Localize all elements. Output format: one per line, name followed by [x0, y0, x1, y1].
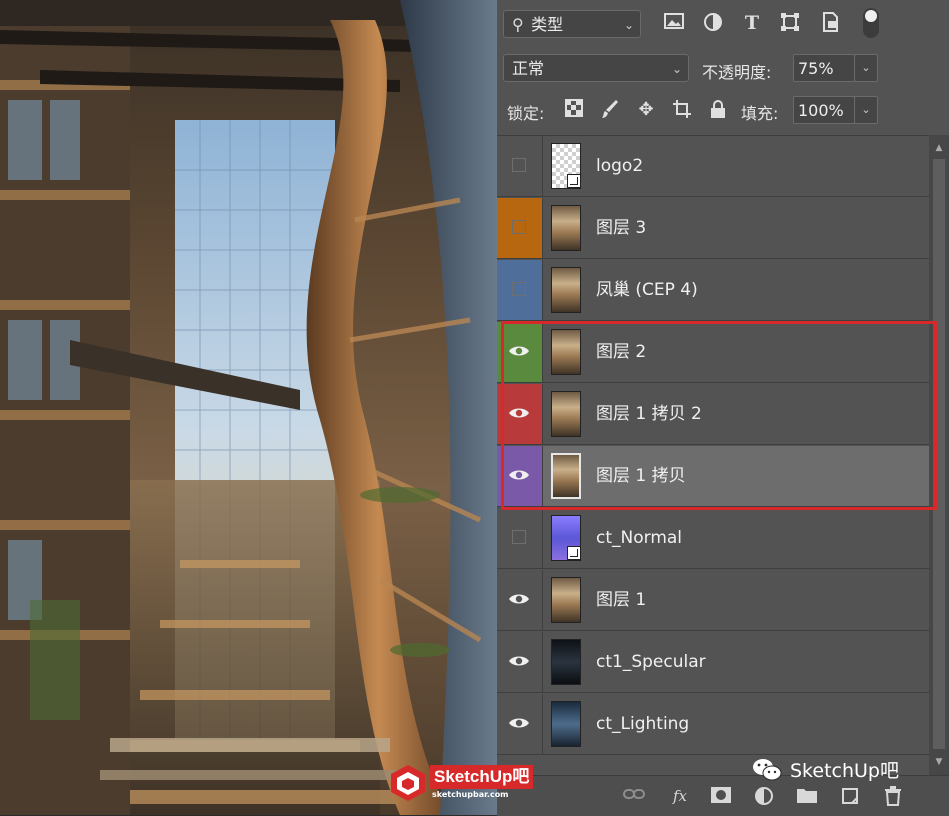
link-layers-icon[interactable]: [623, 786, 645, 806]
architectural-render-image: [0, 0, 497, 815]
new-group-folder-icon[interactable]: [796, 786, 818, 806]
opacity-slider-button[interactable]: ⌄: [854, 54, 878, 82]
layer-name[interactable]: ct_Lighting: [596, 694, 689, 754]
add-mask-icon[interactable]: [710, 786, 732, 806]
eye-icon: [509, 408, 529, 418]
layer-row[interactable]: 图层 1 拷贝 2: [497, 384, 929, 445]
layer-visibility-toggle[interactable]: [497, 198, 543, 258]
layer-thumbnail[interactable]: [551, 701, 581, 747]
chevron-down-icon: ⌄: [671, 62, 682, 76]
delete-layer-trash-icon[interactable]: [882, 786, 904, 806]
layer-row[interactable]: ct_Normal: [497, 508, 929, 569]
filter-smart-object-icon[interactable]: [819, 12, 841, 34]
layer-visibility-toggle[interactable]: [497, 632, 543, 692]
layer-visibility-toggle[interactable]: [497, 570, 543, 630]
layer-row[interactable]: 图层 1 拷贝: [497, 446, 929, 507]
layer-name[interactable]: 图层 3: [596, 198, 646, 258]
hidden-visibility-box: [512, 282, 526, 296]
layer-style-fx-icon[interactable]: fx: [669, 786, 691, 806]
layer-visibility-toggle[interactable]: [497, 322, 543, 382]
layer-row[interactable]: ct1_Specular: [497, 632, 929, 693]
wechat-account-name: SketchUp吧: [790, 760, 899, 782]
layer-thumbnail[interactable]: [551, 577, 581, 623]
smart-object-badge-icon: [567, 174, 581, 188]
layer-thumbnail[interactable]: [551, 453, 581, 499]
scroll-down-icon[interactable]: ▼: [933, 755, 945, 769]
layer-name[interactable]: 凤巢 (CEP 4): [596, 260, 698, 320]
eye-icon: [509, 346, 529, 356]
layers-panel: ⚲ 类型 ⌄ T 正常 ⌄ 不透明度: 75% ⌄ 锁定: ✥ 填充: 100%…: [497, 0, 949, 816]
layer-row[interactable]: logo2: [497, 136, 929, 197]
opacity-input[interactable]: 75%: [793, 54, 855, 82]
lock-label: 锁定:: [507, 104, 545, 123]
fill-input[interactable]: 100%: [793, 96, 855, 124]
layer-visibility-toggle[interactable]: [497, 260, 543, 320]
lock-all-icon[interactable]: [707, 99, 729, 121]
filter-pixel-image-icon[interactable]: [663, 12, 685, 34]
layer-name[interactable]: 图层 2: [596, 322, 646, 382]
filter-toggle-switch[interactable]: [863, 8, 879, 38]
eye-icon: [509, 594, 529, 604]
hidden-visibility-box: [512, 530, 526, 544]
lock-transparent-pixels-icon[interactable]: [563, 99, 585, 121]
hidden-visibility-box: [512, 220, 526, 234]
layer-row[interactable]: 图层 3: [497, 198, 929, 259]
scroll-up-icon[interactable]: ▲: [933, 141, 945, 155]
layer-name[interactable]: logo2: [596, 136, 643, 196]
layer-filter-dropdown[interactable]: ⚲ 类型 ⌄: [503, 10, 641, 38]
layer-visibility-toggle[interactable]: [497, 694, 543, 754]
filter-shape-icon[interactable]: [779, 12, 801, 34]
layer-row[interactable]: 图层 2: [497, 322, 929, 383]
new-layer-icon[interactable]: [839, 786, 861, 806]
eye-icon: [509, 718, 529, 728]
watermark-url: sketchupbar.com: [432, 790, 509, 799]
layers-list: logo2 图层 3 凤巢 (CEP 4) 图层 2 图层 1 拷贝 2 图层 1 拷贝 c…: [497, 135, 929, 776]
opacity-label: 不透明度:: [702, 63, 772, 82]
layer-visibility-toggle[interactable]: [497, 508, 543, 568]
wechat-icon: [753, 759, 782, 781]
layer-thumbnail[interactable]: [551, 267, 581, 313]
layer-visibility-toggle[interactable]: [497, 384, 543, 444]
eye-icon: [509, 656, 529, 666]
layer-thumbnail[interactable]: [551, 639, 581, 685]
layer-name[interactable]: 图层 1 拷贝: [596, 446, 686, 506]
blend-mode-dropdown[interactable]: 正常 ⌄: [503, 54, 689, 82]
layer-thumbnail[interactable]: [551, 391, 581, 437]
blend-mode-value: 正常: [512, 59, 545, 78]
hidden-visibility-box: [512, 158, 526, 172]
layer-thumbnail[interactable]: [551, 205, 581, 251]
lock-artboard-icon[interactable]: [671, 99, 693, 121]
layer-filter-label: 类型: [531, 15, 564, 34]
fill-label: 填充:: [741, 104, 779, 123]
layer-name[interactable]: 图层 1: [596, 570, 646, 630]
watermark-brand: SketchUp吧: [430, 765, 534, 789]
layer-visibility-toggle[interactable]: [497, 446, 543, 506]
lock-image-pixels-brush-icon[interactable]: [599, 99, 621, 121]
search-icon: ⚲: [512, 15, 524, 34]
filter-adjustment-icon[interactable]: [702, 12, 724, 34]
eye-icon: [509, 470, 529, 480]
layer-name[interactable]: ct_Normal: [596, 508, 682, 568]
lock-position-move-icon[interactable]: ✥: [635, 99, 657, 121]
smart-object-badge-icon: [567, 546, 581, 560]
layer-name[interactable]: 图层 1 拷贝 2: [596, 384, 702, 444]
sketchup-logo-icon: [391, 765, 425, 801]
layer-visibility-toggle[interactable]: [497, 136, 543, 196]
chevron-down-icon: ⌄: [623, 18, 634, 32]
filter-type-icon[interactable]: T: [741, 12, 763, 34]
layers-scrollbar[interactable]: ▲ ▼: [929, 135, 949, 775]
fill-slider-button[interactable]: ⌄: [854, 96, 878, 124]
layer-thumbnail[interactable]: [551, 329, 581, 375]
scrollbar-thumb[interactable]: [933, 159, 945, 749]
new-adjustment-layer-icon[interactable]: [753, 786, 775, 806]
layer-row[interactable]: 图层 1: [497, 570, 929, 631]
layer-row[interactable]: 凤巢 (CEP 4): [497, 260, 929, 321]
sketchupbar-watermark: SketchUp吧 sketchupbar.com: [390, 762, 560, 806]
layer-row[interactable]: ct_Lighting: [497, 694, 929, 755]
layer-name[interactable]: ct1_Specular: [596, 632, 706, 692]
